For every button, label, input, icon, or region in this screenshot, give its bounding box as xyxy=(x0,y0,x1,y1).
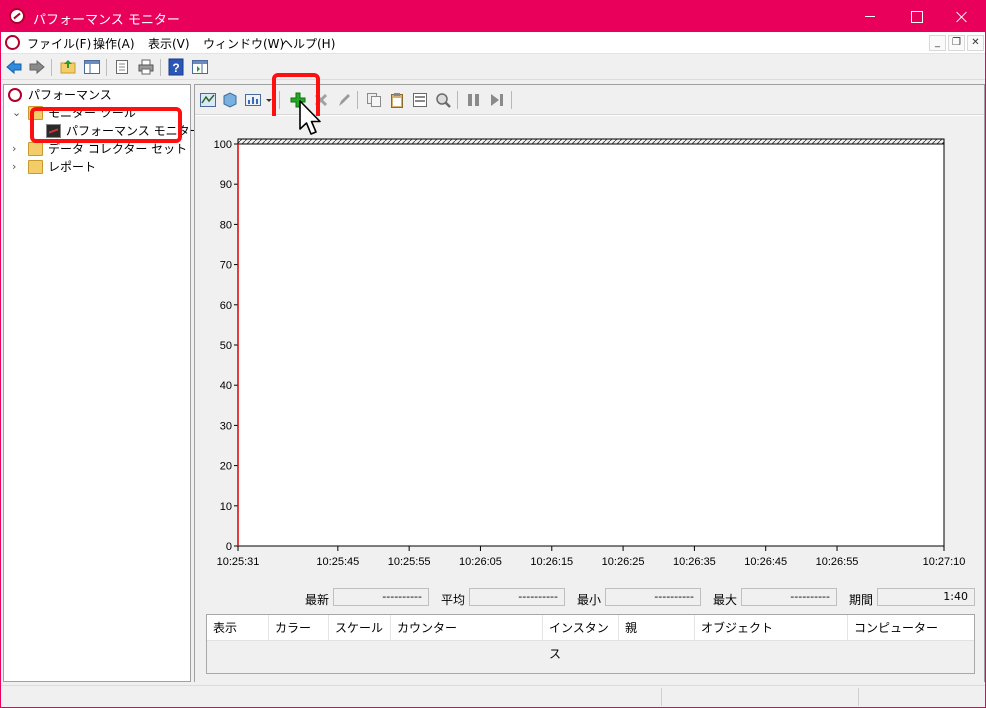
x-tick-label: 10:27:10 xyxy=(923,556,966,568)
show-hide-tree-icon[interactable] xyxy=(83,58,101,76)
zoom-icon[interactable] xyxy=(434,91,452,109)
y-tick-label: 20 xyxy=(220,461,232,473)
copy-properties-icon[interactable] xyxy=(365,91,383,109)
counter-table-header: 表示 カラー スケール カウンター インスタンス 親 オブジェクト コンピュータ… xyxy=(207,615,974,661)
window-title: パフォーマンス モニター xyxy=(33,13,180,28)
column-show[interactable]: 表示 xyxy=(207,615,269,641)
menu-window[interactable]: ウィンドウ(W) xyxy=(201,35,286,52)
menu-action[interactable]: 操作(A) xyxy=(91,35,137,52)
help-icon[interactable]: ? xyxy=(167,58,185,76)
menu-view[interactable]: 表示(V) xyxy=(146,35,192,52)
paste-counter-list-icon[interactable] xyxy=(388,91,406,109)
last-value: ---------- xyxy=(333,588,429,606)
expanded-chevron-icon[interactable]: ⌄ xyxy=(12,104,21,122)
y-tick-label: 0 xyxy=(226,541,232,553)
reports-folder-icon xyxy=(28,160,43,174)
main-toolbar: ? xyxy=(1,55,985,80)
mdi-restore-button[interactable]: ❐ xyxy=(948,35,965,51)
line-chart[interactable]: 100908070605040302010010:25:31 10:25:45 10… xyxy=(195,116,984,576)
y-tick-label: 40 xyxy=(220,380,232,392)
y-tick-label: 70 xyxy=(220,260,232,272)
perfmon-app-icon[interactable] xyxy=(9,8,25,24)
x-tick-label: 10:26:35 xyxy=(673,556,716,568)
mouse-cursor-icon xyxy=(299,100,321,135)
y-tick-label: 10 xyxy=(220,501,232,513)
column-color[interactable]: カラー xyxy=(269,615,329,641)
status-pane xyxy=(858,688,983,706)
column-computer[interactable]: コンピューター xyxy=(848,615,974,641)
x-tick-label: 10:25:45 xyxy=(316,556,359,568)
plot-area xyxy=(237,143,945,547)
counter-legend-table[interactable]: 表示 カラー スケール カウンター インスタンス 親 オブジェクト コンピュータ… xyxy=(206,614,975,674)
data-collector-folder-icon xyxy=(28,142,43,156)
view-log-data-icon[interactable] xyxy=(221,91,239,109)
column-scale[interactable]: スケール xyxy=(329,615,391,641)
maximum-value: ---------- xyxy=(741,588,837,606)
average-label: 平均 xyxy=(441,593,466,607)
y-tick-label: 30 xyxy=(220,420,232,432)
forward-icon[interactable] xyxy=(28,58,46,76)
collapsed-chevron-icon[interactable]: › xyxy=(12,158,16,176)
y-tick-label: 60 xyxy=(220,300,232,312)
view-current-activity-icon[interactable] xyxy=(199,91,217,109)
update-data-icon[interactable] xyxy=(488,91,506,109)
average-value: ---------- xyxy=(469,588,565,606)
mdi-minimize-button[interactable]: _ xyxy=(929,35,946,51)
mdi-close-button[interactable]: ✕ xyxy=(967,35,984,51)
x-tick-label: 10:26:45 xyxy=(744,556,787,568)
minimum-label: 最小 xyxy=(577,593,602,607)
minimum-value: ---------- xyxy=(605,588,701,606)
y-tick-label: 50 xyxy=(220,340,232,352)
menu-bar: ファイル(F) 操作(A) 表示(V) ウィンドウ(W) ヘルプ(H) _ ❐ … xyxy=(1,32,985,54)
svg-text:?: ? xyxy=(172,61,179,75)
overflow-hatch-strip xyxy=(237,138,945,145)
perfmon-icon xyxy=(8,88,22,102)
maximum-label: 最大 xyxy=(713,593,738,607)
change-graph-type-icon[interactable] xyxy=(244,91,262,109)
duration-value: 1:40 xyxy=(877,588,975,606)
duration-label: 期間 xyxy=(849,593,874,607)
up-folder-icon[interactable] xyxy=(59,58,77,76)
title-bar: パフォーマンス モニター xyxy=(1,1,985,32)
status-bar xyxy=(1,685,985,707)
back-icon[interactable] xyxy=(5,58,23,76)
console-tree: パフォーマンス ⌄ モニター ツール パフォーマンス モニター › データ コレ… xyxy=(3,84,202,682)
highlight-icon[interactable] xyxy=(335,91,353,109)
properties-icon[interactable] xyxy=(411,91,429,109)
highlight-box-performance-monitor xyxy=(30,107,182,143)
action-pane-icon[interactable] xyxy=(191,58,209,76)
statistics-bar: 最新 ---------- 平均 ---------- 最小 ---------… xyxy=(195,586,984,610)
minimize-button[interactable] xyxy=(847,1,893,32)
x-tick-label: 10:26:05 xyxy=(459,556,502,568)
freeze-display-icon[interactable] xyxy=(465,91,483,109)
print-icon[interactable] xyxy=(137,58,155,76)
maximize-button[interactable] xyxy=(893,1,939,32)
column-object[interactable]: オブジェクト xyxy=(695,615,848,641)
column-counter[interactable]: カウンター xyxy=(391,615,543,641)
graph-area: 100 90 80 70 60 50 40 30 20 10 0 10:25:31 10:25:45 10… xyxy=(195,116,984,683)
tree-item-reports[interactable]: › レポート xyxy=(6,158,186,176)
menu-file[interactable]: ファイル(F) xyxy=(25,35,93,52)
y-tick-label: 90 xyxy=(220,179,232,191)
y-tick-label: 80 xyxy=(220,219,232,231)
x-tick-label: 10:26:55 xyxy=(816,556,859,568)
collapsed-chevron-icon[interactable]: › xyxy=(12,140,16,158)
mdi-system-icon[interactable] xyxy=(5,35,20,50)
y-tick-label: 100 xyxy=(214,139,232,151)
x-tick-label: 10:25:31 xyxy=(217,556,260,568)
tree-item-performance[interactable]: パフォーマンス xyxy=(6,86,186,104)
close-button[interactable] xyxy=(939,1,985,32)
status-pane xyxy=(661,688,858,706)
x-tick-label: 10:25:55 xyxy=(388,556,431,568)
performance-monitor-pane: 100 90 80 70 60 50 40 30 20 10 0 10:25:31 10:25:45 10… xyxy=(194,73,985,683)
menu-help[interactable]: ヘルプ(H) xyxy=(279,35,337,52)
last-label: 最新 xyxy=(305,593,330,607)
x-tick-label: 10:26:25 xyxy=(602,556,645,568)
column-parent[interactable]: 親 xyxy=(619,615,695,641)
properties-icon[interactable] xyxy=(113,58,131,76)
x-tick-label: 10:26:15 xyxy=(530,556,573,568)
column-instance[interactable]: インスタンス xyxy=(543,615,619,661)
main-window: パフォーマンス モニター ファイル(F) 操作(A) 表示(V) ウィンドウ(W… xyxy=(0,0,986,708)
